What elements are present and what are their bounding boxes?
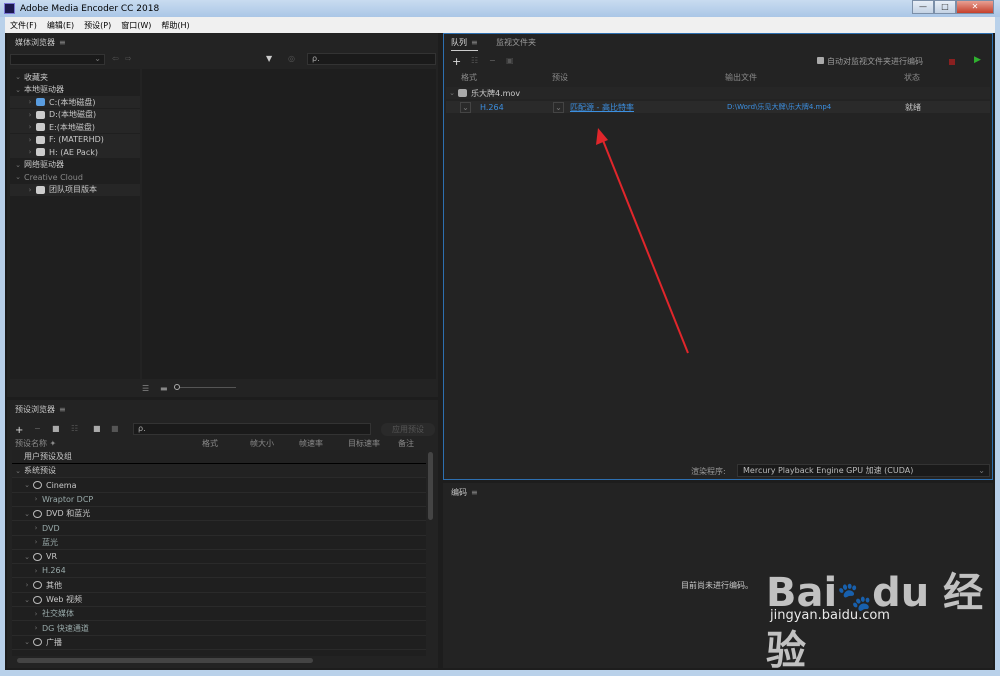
- baidu-watermark-url: jingyan.baidu.com: [770, 608, 890, 623]
